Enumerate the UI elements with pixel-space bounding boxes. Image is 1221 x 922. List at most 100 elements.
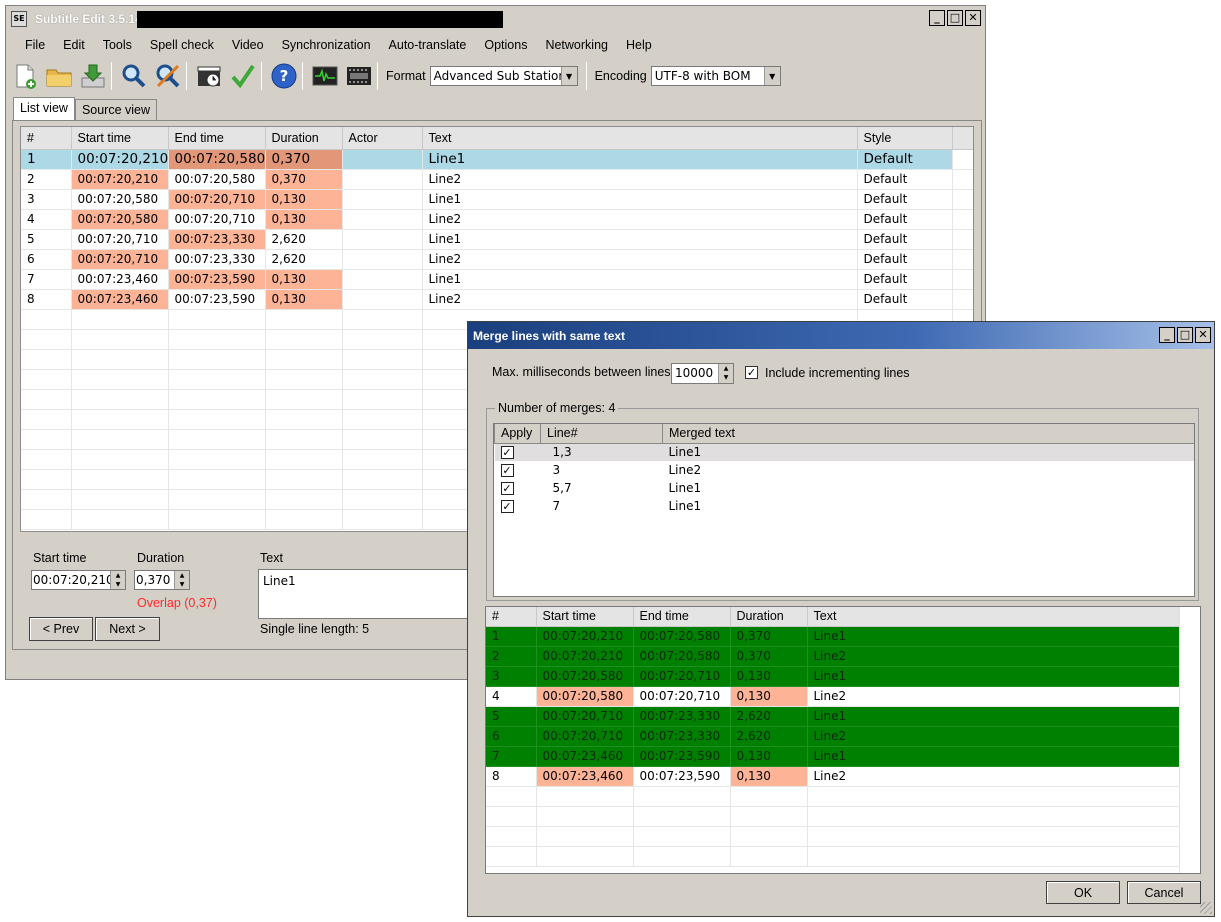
spell-check-button[interactable] — [228, 61, 258, 91]
cell-style: Default — [857, 209, 953, 230]
encoding-value: UTF-8 with BOM — [654, 69, 751, 83]
table-row[interactable]: 8 00:07:23,460 00:07:23,590 0,130 Line2 … — [21, 289, 973, 310]
col-line-number[interactable]: Line# — [540, 424, 663, 444]
col-number[interactable]: # — [21, 127, 72, 150]
table-row[interactable]: 7 00:07:23,460 00:07:23,590 0,130 Line1 — [486, 746, 1181, 767]
apply-checkbox[interactable]: ✓ — [500, 446, 514, 460]
menu-auto-translate[interactable]: Auto-translate — [380, 38, 476, 52]
menu-spell-check[interactable]: Spell check — [141, 38, 223, 52]
dialog-maximize-button[interactable]: □ — [1177, 327, 1193, 343]
ok-button[interactable]: OK — [1046, 881, 1120, 904]
col-text[interactable]: Text — [422, 127, 858, 150]
col-duration[interactable]: Duration — [265, 127, 343, 150]
table-row[interactable]: 3 00:07:20,580 00:07:20,710 0,130 Line1 — [486, 666, 1181, 687]
maximize-button[interactable]: □ — [947, 10, 963, 26]
close-button[interactable]: ✕ — [965, 10, 981, 26]
max-ms-input[interactable]: 10000 ▲ ▼ — [671, 363, 734, 384]
list-item[interactable]: ✓ 1,3 Line1 — [494, 443, 1194, 461]
open-file-button[interactable] — [44, 61, 74, 91]
help-button[interactable]: ? — [269, 61, 299, 91]
visual-sync-button[interactable] — [194, 61, 224, 91]
cell-duration: 0,130 — [265, 209, 343, 230]
prev-button[interactable]: < Prev — [29, 617, 93, 641]
find-button[interactable] — [119, 61, 149, 91]
cell-actor — [342, 209, 423, 230]
table-row[interactable]: 6 00:07:20,710 00:07:23,330 2,620 Line2 … — [21, 249, 973, 270]
tab-list-view[interactable]: List view — [13, 97, 75, 120]
spinner-arrows-icon: ▲ ▼ — [174, 571, 189, 589]
menu-edit[interactable]: Edit — [54, 38, 94, 52]
col-merged-text[interactable]: Merged text — [662, 424, 1194, 444]
duration-input[interactable]: 0,370 ▲ ▼ — [134, 570, 190, 590]
cell-number: 2 — [486, 646, 537, 667]
col-number[interactable]: # — [486, 607, 537, 627]
list-item[interactable]: ✓ 5,7 Line1 — [495, 479, 1195, 497]
menu-options[interactable]: Options — [475, 38, 536, 52]
new-file-button[interactable] — [10, 61, 40, 91]
table-row[interactable]: 5 00:07:20,710 00:07:23,330 2,620 Line1 — [486, 706, 1181, 727]
video-button[interactable] — [344, 61, 374, 91]
next-button[interactable]: Next > — [95, 617, 160, 641]
table-row[interactable]: 6 00:07:20,710 00:07:23,330 2,620 Line2 — [486, 726, 1181, 747]
table-row[interactable]: 7 00:07:23,460 00:07:23,590 0,130 Line1 … — [21, 269, 973, 290]
col-end-time[interactable]: End time — [168, 127, 266, 150]
col-end-time[interactable]: End time — [633, 607, 731, 627]
table-row[interactable]: 5 00:07:20,710 00:07:23,330 2,620 Line1 … — [21, 229, 973, 250]
preview-header: # Start time End time Duration Text — [486, 607, 1181, 627]
replace-button[interactable] — [153, 61, 183, 91]
window-controls: _ □ ✕ — [929, 10, 981, 26]
start-time-input[interactable]: 00:07:20,210 ▲ ▼ — [31, 570, 126, 590]
menu-help[interactable]: Help — [617, 38, 661, 52]
dialog-minimize-button[interactable]: _ — [1159, 327, 1175, 343]
table-row[interactable]: 1 00:07:20,210 00:07:20,580 0,370 Line1 … — [21, 149, 973, 170]
subtitle-text-input[interactable]: Line1 — [258, 569, 488, 619]
apply-checkbox[interactable]: ✓ — [500, 464, 514, 477]
menu-synchronization[interactable]: Synchronization — [273, 38, 380, 52]
format-dropdown[interactable]: Advanced Sub Station ▼ — [429, 66, 578, 86]
col-apply[interactable]: Apply — [494, 424, 541, 444]
duration-value: 0,370 — [136, 573, 171, 587]
table-row[interactable]: 8 00:07:23,460 00:07:23,590 0,130 Line2 — [486, 766, 1181, 787]
cell-number: 6 — [486, 726, 537, 747]
menu-networking[interactable]: Networking — [536, 38, 617, 52]
spinner-arrows-icon: ▲ ▼ — [718, 364, 733, 383]
col-text[interactable]: Text — [807, 607, 1181, 627]
minimize-button[interactable]: _ — [929, 10, 945, 26]
include-incrementing-checkbox[interactable]: ✓ — [745, 366, 758, 379]
tab-source-view[interactable]: Source view — [74, 99, 158, 120]
col-start-time[interactable]: Start time — [536, 607, 634, 627]
save-button[interactable] — [78, 61, 108, 91]
col-style[interactable]: Style — [857, 127, 953, 150]
table-row[interactable]: 2 00:07:20,210 00:07:20,580 0,370 Line2 … — [21, 169, 973, 190]
table-row[interactable]: 4 00:07:20,580 00:07:20,710 0,130 Line2 … — [21, 209, 973, 230]
cell-text: Line1 — [807, 746, 1181, 767]
resize-grip[interactable] — [1200, 902, 1212, 914]
menu-video[interactable]: Video — [223, 38, 273, 52]
apply-checkbox[interactable]: ✓ — [500, 500, 514, 513]
dialog-close-button[interactable]: ✕ — [1195, 327, 1211, 343]
preview-grid[interactable]: # Start time End time Duration Text 1 00… — [485, 606, 1201, 874]
table-row[interactable]: 2 00:07:20,210 00:07:20,580 0,370 Line2 — [486, 646, 1181, 667]
cell-end: 00:07:23,330 — [168, 249, 266, 270]
col-duration[interactable]: Duration — [730, 607, 808, 627]
menu-tools[interactable]: Tools — [94, 38, 141, 52]
list-item[interactable]: ✓ 3 Line2 — [495, 461, 1195, 479]
table-row[interactable]: 4 00:07:20,580 00:07:20,710 0,130 Line2 — [486, 686, 1181, 707]
cell-duration: 0,130 — [265, 289, 343, 310]
cell-style: Default — [857, 229, 953, 250]
preview-scrollbar[interactable] — [1179, 607, 1200, 873]
merges-list[interactable]: Apply Line# Merged text ✓ 1,3 Line1 ✓ 3 … — [493, 423, 1195, 597]
table-row[interactable]: 1 00:07:20,210 00:07:20,580 0,370 Line1 — [486, 626, 1181, 647]
encoding-dropdown[interactable]: UTF-8 with BOM ▼ — [650, 66, 781, 86]
apply-checkbox[interactable]: ✓ — [500, 482, 514, 495]
waveform-button[interactable] — [310, 61, 340, 91]
cancel-button[interactable]: Cancel — [1127, 881, 1201, 904]
menu-bar: File Edit Tools Spell check Video Synchr… — [6, 34, 985, 56]
cell-start: 00:07:23,460 — [71, 289, 169, 310]
list-item[interactable]: ✓ 7 Line1 — [495, 497, 1195, 515]
table-row[interactable]: 3 00:07:20,580 00:07:20,710 0,130 Line1 … — [21, 189, 973, 210]
merge-text: Line1 — [668, 499, 702, 513]
col-actor[interactable]: Actor — [342, 127, 423, 150]
menu-file[interactable]: File — [6, 38, 54, 52]
col-start-time[interactable]: Start time — [71, 127, 169, 150]
